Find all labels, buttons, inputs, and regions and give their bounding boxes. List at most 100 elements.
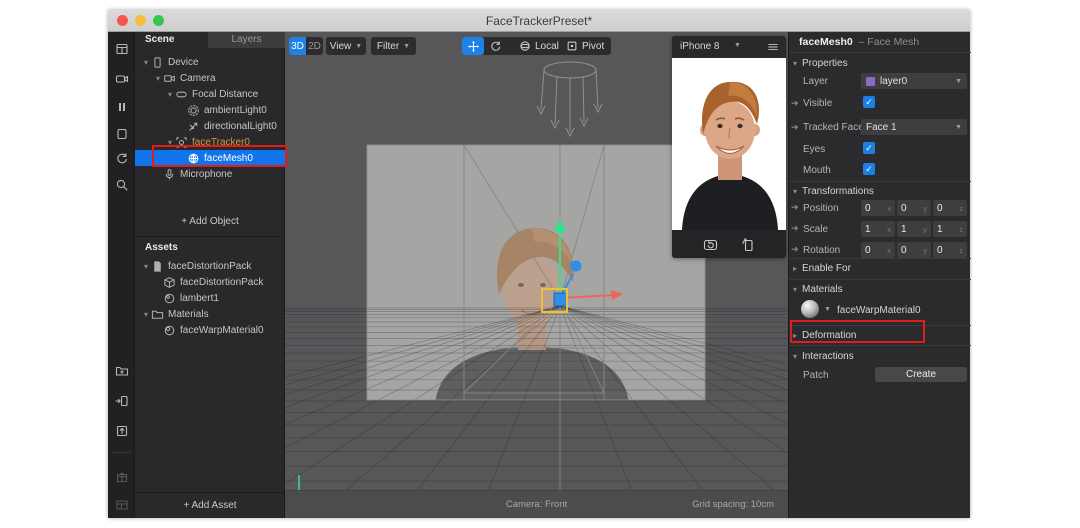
pause-icon[interactable] <box>115 100 129 114</box>
tab-scene[interactable]: Scene <box>145 34 174 45</box>
scene-item-Microphone[interactable]: Microphone <box>135 166 285 182</box>
field-value: 0 <box>901 245 907 256</box>
position-z-field[interactable]: 0z <box>933 200 967 216</box>
item-label: Camera <box>180 73 216 84</box>
tracked-face-dropdown[interactable]: Face 1 ▼ <box>861 119 967 135</box>
visible-checkbox[interactable]: ✓ <box>863 96 875 108</box>
rotation-z-field[interactable]: 0z <box>933 242 967 258</box>
app-window: FaceTrackerPreset* Scene Layers ▾Device▾… <box>108 10 970 518</box>
mouth-label: Mouth <box>803 165 831 176</box>
assets-header: Assets <box>145 242 178 253</box>
assets-tree: ▾faceDistortionPackfaceDistortionPacklam… <box>135 258 285 338</box>
asset-item-faceDistortionPack[interactable]: faceDistortionPack <box>135 274 285 290</box>
scene-item-Device[interactable]: ▾Device <box>135 54 285 70</box>
item-label: directionalLight0 <box>204 121 277 132</box>
scene-item-Camera[interactable]: ▾ Camera <box>135 70 285 86</box>
scene-panel: Scene Layers ▾Device▾Camera▾Focal Distan… <box>135 32 285 518</box>
scene-item-directionalLight0[interactable]: directionalLight0 <box>135 118 285 134</box>
annotation-box-facemesh <box>152 145 287 167</box>
mode-2d-button[interactable]: 2D <box>306 37 323 55</box>
chevron-down-icon: ▼ <box>955 124 962 131</box>
simulator-device-select[interactable]: iPhone 8 <box>680 41 719 52</box>
create-patch-button[interactable]: Create <box>875 367 967 382</box>
inspector-panel: faceMesh0 – Face Mesh ▾Properties Layer … <box>788 32 970 518</box>
transform-label: Position <box>803 203 839 214</box>
section-materials[interactable]: ▾Materials <box>793 284 843 295</box>
axis-letter: x <box>887 225 891 234</box>
asset-item-lambert1[interactable]: lambert1 <box>135 290 285 306</box>
table-icon <box>115 498 129 512</box>
eyes-checkbox[interactable]: ✓ <box>863 142 875 154</box>
chevron-down-icon[interactable]: ▼ <box>824 306 831 313</box>
add-asset-button[interactable]: + Add Asset <box>135 500 285 511</box>
rotate-tool-button[interactable] <box>484 37 506 55</box>
expander-icon[interactable]: ▾ <box>153 74 163 83</box>
material-name[interactable]: faceWarpMaterial0 <box>837 305 921 316</box>
add-folder-icon[interactable] <box>115 364 129 378</box>
expander-icon[interactable]: ▾ <box>141 262 151 271</box>
section-interactions[interactable]: ▾Interactions <box>793 351 854 362</box>
sphere-dark-icon <box>163 292 176 305</box>
scene-item-ambientLight0[interactable]: ambientLight0 <box>135 102 285 118</box>
axis-letter: y <box>923 225 927 234</box>
device-icon <box>151 56 164 69</box>
patch-arrow-icon[interactable]: ➜ <box>791 98 799 109</box>
video-icon[interactable] <box>115 72 129 86</box>
camera-icon <box>163 72 176 85</box>
simulator-video <box>672 58 786 230</box>
scale-z-field[interactable]: 1z <box>933 221 967 237</box>
rotation-y-field[interactable]: 0y <box>897 242 931 258</box>
patch-arrow-icon[interactable]: ➜ <box>791 202 799 213</box>
section-transformations[interactable]: ▾Transformations <box>793 186 874 197</box>
collapse-arrow-icon: ▾ <box>793 187 797 196</box>
pivot-button[interactable]: Pivot <box>559 37 611 55</box>
rotate-device-icon[interactable] <box>740 237 755 252</box>
expander-icon[interactable]: ▾ <box>141 310 151 319</box>
view-menu-button[interactable]: View▼ <box>326 37 366 55</box>
patch-arrow-icon[interactable]: ➜ <box>791 244 799 255</box>
layer-dropdown[interactable]: layer0 ▼ <box>861 73 967 89</box>
rotation-x-field[interactable]: 0x <box>861 242 895 258</box>
send-to-device-icon[interactable] <box>115 394 129 408</box>
axis-letter: y <box>923 204 927 213</box>
filter-menu-button[interactable]: Filter▼ <box>371 37 416 55</box>
restart-icon[interactable] <box>115 152 129 166</box>
position-y-field[interactable]: 0y <box>897 200 931 216</box>
microphone-icon <box>163 168 176 181</box>
scene-item-Focal Distance[interactable]: ▾Focal Distance <box>135 86 285 102</box>
panes-icon[interactable] <box>115 42 129 56</box>
patch-arrow-icon[interactable]: ➜ <box>791 223 799 234</box>
expander-icon[interactable]: ▾ <box>165 90 175 99</box>
local-space-button[interactable]: Local <box>512 37 566 55</box>
frame-icon[interactable] <box>115 127 129 141</box>
section-enable-for[interactable]: ▸Enable For <box>793 263 851 274</box>
position-x-field[interactable]: 0x <box>861 200 895 216</box>
transform-label: Rotation <box>803 245 840 256</box>
hamburger-menu-icon[interactable] <box>767 41 779 53</box>
expander-icon[interactable]: ▾ <box>141 58 151 67</box>
upload-icon[interactable] <box>115 424 129 438</box>
viewport-3d[interactable]: 3D 2D View▼ Filter▼ Local Pivot <box>285 32 788 518</box>
field-value: 1 <box>937 224 943 235</box>
tab-layers[interactable]: Layers <box>208 32 285 48</box>
add-object-button[interactable]: + Add Object <box>135 216 285 227</box>
asset-item-Materials[interactable]: ▾Materials <box>135 306 285 322</box>
search-icon[interactable] <box>115 178 129 192</box>
move-tool-button[interactable] <box>462 37 484 55</box>
mouth-checkbox[interactable]: ✓ <box>863 163 875 175</box>
scale-y-field[interactable]: 1y <box>897 221 931 237</box>
mode-3d-button[interactable]: 3D <box>289 37 306 55</box>
visible-label: Visible <box>803 98 832 109</box>
asset-item-faceWarpMaterial0[interactable]: faceWarpMaterial0 <box>135 322 285 338</box>
camera-flip-icon[interactable] <box>703 237 718 252</box>
transform-row-position: ➜ Position 0x0y0z <box>789 200 971 216</box>
scale-x-field[interactable]: 1x <box>861 221 895 237</box>
material-thumbnail[interactable] <box>801 300 819 318</box>
section-properties[interactable]: ▾Properties <box>793 58 848 69</box>
folder-icon <box>151 308 164 321</box>
annotation-box-deformation <box>790 320 925 343</box>
toolbar-divider <box>112 452 131 453</box>
simulator-person <box>672 58 786 230</box>
asset-item-faceDistortionPack[interactable]: ▾faceDistortionPack <box>135 258 285 274</box>
patch-arrow-icon[interactable]: ➜ <box>791 122 799 133</box>
